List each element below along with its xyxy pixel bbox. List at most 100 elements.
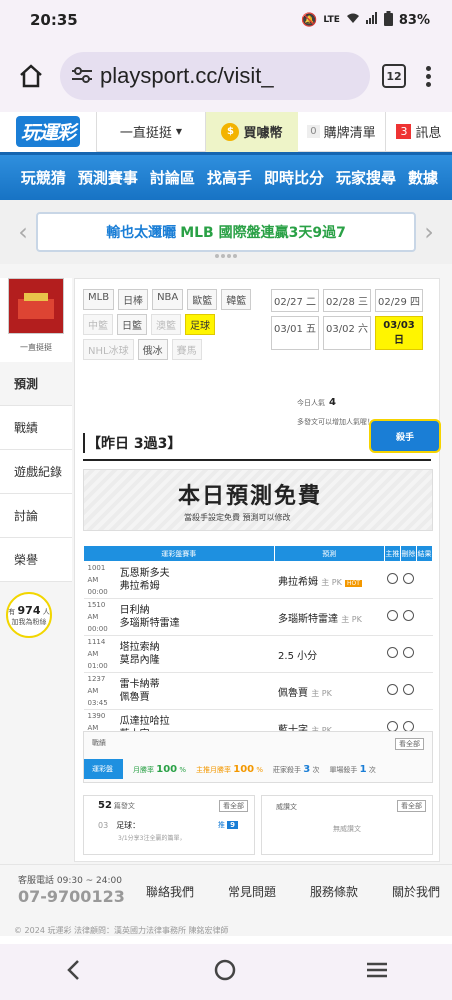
- pick-note: 主 PK: [341, 614, 362, 624]
- main-win-rate: 主推月勝率 100 %: [196, 764, 263, 775]
- date-0229[interactable]: 02/29 四: [375, 289, 423, 312]
- col-result: 結果: [415, 545, 434, 562]
- tag-horse-racing: 賽馬: [171, 339, 202, 360]
- tag-bleague[interactable]: 日籃: [117, 314, 147, 335]
- site-logo[interactable]: 玩運彩: [0, 111, 96, 152]
- profile-content: 一直挺挺 預測 戰績 遊戲紀錄 討論 榮譽 有 974 人 加我為粉絲 MLB …: [0, 264, 452, 864]
- signal-icon: [365, 12, 378, 28]
- post-entry[interactable]: 03 足球：: [98, 820, 140, 831]
- footer-link-terms[interactable]: 服務條款: [310, 883, 358, 900]
- nav-item-forum[interactable]: 討論區: [150, 167, 195, 188]
- highlights-empty: 無威讚文: [333, 825, 361, 833]
- push-label: 推: [217, 821, 225, 829]
- recents-icon[interactable]: [366, 961, 388, 983]
- sidebar-item-record[interactable]: 戰績: [0, 406, 72, 450]
- messages-button[interactable]: 3 訊息: [386, 112, 452, 152]
- cart-button[interactable]: 0 購牌清單: [298, 111, 386, 152]
- main-rate-value: 100: [233, 763, 255, 775]
- tag-nba[interactable]: NBA: [152, 289, 184, 310]
- nav-item-predict[interactable]: 預測賽事: [78, 167, 138, 188]
- single-killer: 單場殺手 1 次: [329, 764, 375, 775]
- service-phone[interactable]: 07-9700123: [18, 887, 125, 906]
- coin-icon: $: [221, 122, 240, 141]
- home-icon[interactable]: [14, 59, 48, 93]
- tag-soccer[interactable]: 足球: [185, 314, 215, 335]
- main-radio[interactable]: [384, 598, 401, 636]
- game-number: 1237: [87, 675, 106, 683]
- logo-text: 玩運彩: [15, 116, 80, 147]
- caret-down-icon: ▼: [175, 127, 183, 136]
- delete-radio[interactable]: [400, 635, 417, 673]
- record-see-all-button[interactable]: 看全部: [395, 738, 424, 750]
- date-0227[interactable]: 02/27 二: [271, 289, 319, 312]
- delete-radio[interactable]: [400, 598, 417, 636]
- site-footer: 客服電話 09:30 ~ 24:00 07-9700123 聯絡我們 常見問題 …: [0, 864, 452, 936]
- footer-link-faq[interactable]: 常見問題: [228, 883, 276, 900]
- delete-radio[interactable]: [400, 561, 417, 599]
- tag-npb[interactable]: 日棒: [118, 289, 149, 310]
- footer-link-about[interactable]: 關於我們: [392, 883, 440, 900]
- nav-item-experts[interactable]: 找高手: [207, 167, 252, 188]
- result-cell: [416, 561, 433, 599]
- record-tab[interactable]: 運彩盤: [84, 759, 123, 779]
- cart-count: 0: [307, 125, 320, 138]
- banner-link[interactable]: 輸也太邇曬 MLB 國際盤連贏3天9過7: [36, 212, 416, 252]
- sport-tags: MLB 日棒 NBA 歐籃 韓籃 中籃 日籃 澳籃 足球 NHL冰球 俄冰 賽馬: [83, 289, 263, 360]
- nav-item-search[interactable]: 玩家搜尋: [336, 167, 396, 188]
- record-stats: 運彩盤 月勝率 100 % 主推月勝率 100 % 莊家殺手 3 次 單場殺手 …: [84, 758, 432, 780]
- user-menu[interactable]: 一直挺挺 ▼: [96, 111, 206, 152]
- wifi-icon: [346, 12, 360, 28]
- date-0302[interactable]: 03/02 六: [323, 316, 371, 350]
- profile-card: 一直挺挺: [0, 278, 72, 362]
- tag-mlb[interactable]: MLB: [83, 289, 115, 310]
- chevron-left-icon[interactable]: ‹: [10, 218, 36, 246]
- free-title: 本日預測免費: [178, 484, 323, 509]
- tag-euro-basketball[interactable]: 歐籃: [187, 289, 218, 310]
- footer-link-contact[interactable]: 聯絡我們: [146, 883, 194, 900]
- sidebar-item-game-log[interactable]: 遊戲紀錄: [0, 450, 72, 494]
- date-0303[interactable]: 03/03 日: [375, 316, 423, 350]
- url-field[interactable]: playsport.cc/visit_: [60, 52, 370, 100]
- posts-see-all-button[interactable]: 看全部: [219, 800, 248, 812]
- tag-khl[interactable]: 俄冰: [137, 339, 168, 360]
- game-time: AM 00:00: [87, 613, 108, 633]
- col-event: 運彩盤賽事: [83, 545, 275, 562]
- tab-switcher-button[interactable]: 12: [382, 64, 406, 88]
- chevron-right-icon[interactable]: ›: [416, 218, 442, 246]
- highlights-title: 威讚文: [276, 803, 297, 811]
- nav-item-livescore[interactable]: 即時比分: [264, 167, 324, 188]
- date-0301[interactable]: 03/01 五: [271, 316, 319, 350]
- nav-item-data[interactable]: 數據: [408, 167, 438, 188]
- battery-level: 83%: [398, 12, 430, 28]
- date-0228[interactable]: 02/28 三: [323, 289, 371, 312]
- team-away: 弗拉希姆: [119, 581, 160, 592]
- highlights-see-all-button[interactable]: 看全部: [397, 800, 426, 812]
- home-circle-icon[interactable]: [213, 958, 237, 986]
- month-win-rate: 月勝率 100 %: [133, 764, 186, 775]
- fans-prefix: 有: [8, 607, 16, 616]
- single-label: 單場殺手: [329, 765, 358, 774]
- user-menu-label: 一直挺挺: [119, 126, 172, 141]
- back-icon[interactable]: [64, 959, 84, 985]
- buy-coin-button[interactable]: $ 買噱幣: [206, 111, 298, 152]
- sidebar-item-honor[interactable]: 榮譽: [0, 538, 72, 582]
- sidebar-item-discussion[interactable]: 討論: [0, 494, 72, 538]
- date-selector: 02/27 二 02/28 三 02/29 四 03/01 五 03/02 六 …: [271, 289, 431, 350]
- sidebar-item-predict[interactable]: 預測: [0, 362, 72, 406]
- team-away: 佩魯賈: [119, 692, 150, 703]
- main-radio[interactable]: [384, 635, 401, 673]
- avatar[interactable]: [8, 278, 64, 334]
- delete-radio[interactable]: [400, 672, 417, 710]
- site-settings-icon[interactable]: [72, 63, 92, 89]
- post-snippet: 3/1分享3注全贏的篇單，: [118, 835, 186, 842]
- overflow-menu-icon[interactable]: [418, 65, 438, 87]
- popularity: 今日人氣 4: [297, 397, 336, 408]
- teams: 雷卡納蒂 佩魯賈: [117, 672, 275, 710]
- record-summary: 戰績 看全部 運彩盤 月勝率 100 % 主推月勝率 100 % 莊家殺手 3 …: [83, 731, 433, 783]
- season-unit: 次: [312, 765, 320, 774]
- tag-kbl[interactable]: 韓籃: [221, 289, 252, 310]
- nav-item-guess[interactable]: 玩競猜: [21, 167, 66, 188]
- main-radio[interactable]: [384, 561, 401, 599]
- main-radio[interactable]: [384, 672, 401, 710]
- follow-button[interactable]: 有 974 人 加我為粉絲: [6, 592, 52, 638]
